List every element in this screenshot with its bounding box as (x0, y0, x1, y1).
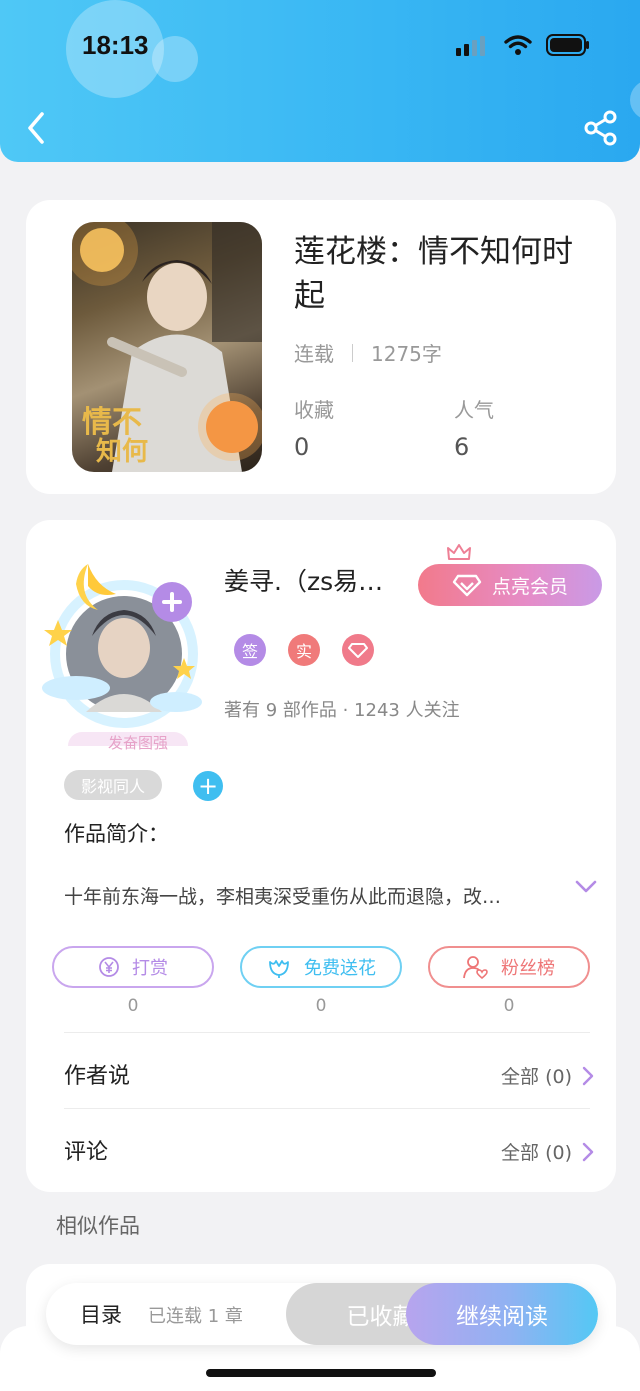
verified-badge: 实 (288, 634, 320, 666)
book-title: 莲花楼：情不知何时起 (294, 234, 573, 314)
author-badges: 签 实 (234, 634, 374, 666)
author-card: 发奋图强 姜寻.（zs易… 点亮会员 签 实 著有 9 部作品 · 1243 人… (26, 520, 616, 1192)
crown-icon (447, 544, 471, 560)
signed-badge: 签 (234, 634, 266, 666)
avatar-frame (42, 564, 202, 760)
chevron-down-icon (575, 880, 597, 893)
decor-bubble (630, 80, 640, 120)
divider (64, 1108, 590, 1109)
toc-button[interactable]: 目录 (80, 1299, 122, 1329)
share-button[interactable] (584, 110, 618, 146)
comments-link[interactable]: 全部 (0) (501, 1138, 594, 1165)
plus-icon: + (197, 772, 219, 800)
send-flower-label: 免费送花 (304, 958, 376, 979)
book-info-card: 情不 知何 莲花楼：情不知何时起 连载 1275字 收藏 0 人气 6 (26, 200, 616, 494)
status-icons (456, 34, 590, 56)
book-cover[interactable]: 情不 知何 (72, 222, 262, 472)
favorites-stat: 收藏 0 (294, 394, 334, 461)
popularity-label: 人气 (454, 398, 494, 422)
author-info: 著有 9 部作品 · 1243 人关注 (224, 700, 460, 721)
expand-intro-button[interactable] (574, 878, 598, 896)
favorites-value: 0 (294, 433, 310, 461)
fan-ranking-button[interactable]: 粉丝榜 (428, 946, 590, 988)
header-bar: 18:13 (0, 0, 640, 162)
battery-icon (546, 34, 589, 56)
author-says-row[interactable]: 作者说 全部 (0) (64, 1054, 594, 1094)
vip-button-label: 点亮会员 (491, 575, 568, 598)
fan-ranking-label: 粉丝榜 (501, 958, 555, 979)
share-icon (584, 110, 617, 146)
chevron-left-icon (28, 112, 44, 144)
tip-count: 0 (127, 996, 139, 1016)
diamond-icon (348, 643, 368, 658)
yen-icon (99, 957, 119, 977)
similar-works-title: 相似作品 (56, 1214, 140, 1238)
send-flower-button[interactable]: 免费送花 (240, 946, 402, 988)
continue-reading-button[interactable]: 继续阅读 (406, 1283, 598, 1345)
chevron-right-icon (582, 1066, 594, 1085)
author-says-count: 全部 (0) (501, 1066, 572, 1088)
author-says-label: 作者说 (64, 1064, 131, 1089)
vip-button[interactable]: 点亮会员 (418, 564, 602, 606)
divider (64, 1032, 590, 1033)
avatar-caption: 发奋图强 (107, 734, 168, 752)
book-status: 连载 (294, 342, 334, 366)
fan-count: 0 (503, 996, 515, 1016)
vip-badge (342, 634, 374, 666)
decor-bubble (152, 36, 198, 82)
cover-art: 情不 知何 (72, 222, 262, 472)
svg-text:情不: 情不 (82, 405, 142, 440)
tip-label: 打赏 (132, 958, 168, 979)
word-count: 1275字 (371, 342, 442, 366)
chevron-right-icon (582, 1142, 594, 1161)
home-indicator (206, 1369, 436, 1377)
tip-button[interactable]: 打赏 (52, 946, 214, 988)
signal-icon (456, 36, 485, 56)
author-name[interactable]: 姜寻.（zs易… (224, 562, 409, 598)
intro-label: 作品简介： (64, 822, 169, 846)
book-meta: 连载 1275字 (294, 338, 442, 367)
wifi-icon (504, 35, 532, 55)
svg-text:知何: 知何 (96, 437, 148, 467)
back-button[interactable] (22, 108, 52, 148)
add-tag-button[interactable]: + (193, 771, 223, 801)
comments-label: 评论 (64, 1140, 109, 1165)
comments-row[interactable]: 评论 全部 (0) (64, 1130, 594, 1170)
flower-icon (269, 960, 289, 978)
bottom-action-bar: 目录 已连载 1 章 已收藏 继续阅读 (46, 1283, 598, 1345)
diamond-icon (452, 574, 482, 597)
fan-user-icon (463, 956, 488, 979)
popularity-value: 6 (454, 433, 470, 461)
intro-text: 十年前东海一战，李相夷深受重伤从此而退隐，改… (64, 886, 502, 908)
favorites-label: 收藏 (294, 398, 334, 422)
genre-tag[interactable]: 影视同人 (64, 770, 162, 800)
popularity-stat: 人气 6 (454, 394, 494, 461)
author-says-link[interactable]: 全部 (0) (501, 1062, 594, 1089)
status-time: 18:13 (82, 30, 149, 60)
comments-count: 全部 (0) (501, 1142, 572, 1164)
meta-divider (352, 343, 353, 362)
chapter-count: 已连载 1 章 (148, 1306, 243, 1327)
avatar[interactable]: 发奋图强 (36, 536, 216, 760)
flower-count: 0 (315, 996, 327, 1016)
